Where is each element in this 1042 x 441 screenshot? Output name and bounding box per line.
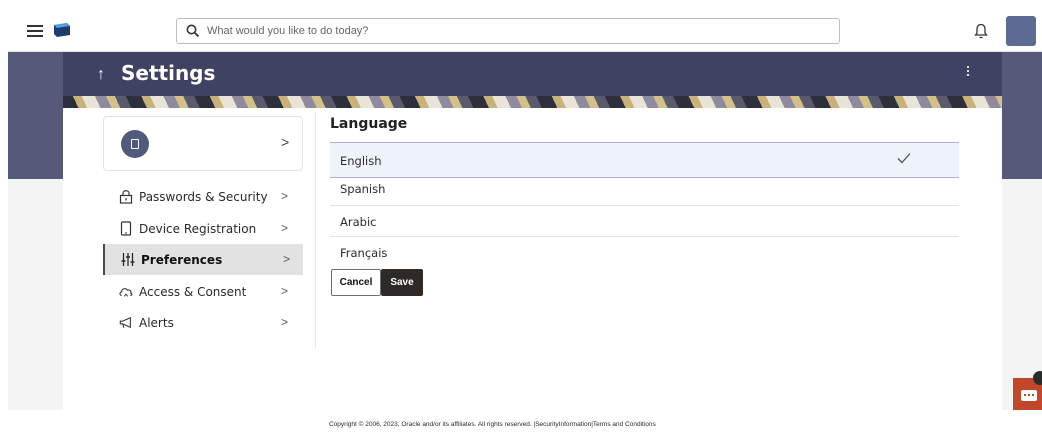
- top-bar: [8, 12, 1042, 52]
- banner-left-panel: [8, 52, 63, 179]
- sidebar-item-preferences[interactable]: Preferences >: [103, 244, 303, 275]
- sidebar-item-label: Access & Consent: [139, 285, 247, 299]
- chevron-right-icon: >: [281, 221, 289, 235]
- chat-notification-badge: [1033, 371, 1042, 385]
- language-option-francais[interactable]: Français: [330, 237, 959, 265]
- terms-and-conditions-link[interactable]: Terms and Conditions: [593, 421, 656, 428]
- page-title: Settings: [121, 61, 216, 85]
- decorative-pattern-strip: [63, 96, 1002, 108]
- mobile-device-icon: [120, 221, 132, 236]
- language-option-label: Français: [340, 246, 388, 260]
- banner-right-panel: [1002, 52, 1042, 179]
- back-arrow-icon[interactable]: ↑: [97, 66, 105, 84]
- chevron-right-icon: >: [281, 284, 289, 298]
- sidebar-item-label: Device Registration: [139, 222, 257, 236]
- chevron-right-icon: >: [281, 134, 290, 150]
- sidebar-divider: [315, 112, 316, 348]
- language-option-label: Arabic: [340, 215, 377, 229]
- notification-bell-icon[interactable]: [974, 23, 988, 39]
- cloud-access-icon: [119, 288, 133, 297]
- hamburger-menu-icon[interactable]: [27, 25, 43, 37]
- language-option-label: English: [340, 154, 382, 168]
- language-option-label: Spanish: [340, 182, 386, 196]
- sidebar-item-label: Passwords & Security: [139, 190, 268, 204]
- user-avatar[interactable]: [1006, 16, 1036, 46]
- search-input[interactable]: [207, 22, 807, 40]
- security-information-link[interactable]: SecurityInformation: [535, 421, 591, 428]
- profile-avatar-icon: [121, 130, 149, 158]
- sliders-icon: [121, 253, 135, 266]
- sidebar-item-access-consent[interactable]: Access & Consent >: [103, 276, 303, 307]
- chevron-right-icon: >: [281, 315, 289, 329]
- chevron-right-icon: >: [281, 189, 289, 203]
- checkmark-icon: [897, 153, 911, 164]
- language-option-english[interactable]: English: [330, 142, 959, 178]
- copyright-text: Copyright © 2006, 2023, Oracle and/or it…: [329, 421, 532, 428]
- language-section-title: Language: [330, 116, 408, 132]
- bank-logo-icon[interactable]: [53, 22, 71, 38]
- chevron-right-icon: >: [283, 252, 291, 266]
- profile-summary-card[interactable]: >: [103, 116, 303, 171]
- language-option-arabic[interactable]: Arabic: [330, 206, 959, 236]
- search-icon: [186, 24, 200, 38]
- sidebar-item-alerts[interactable]: Alerts >: [103, 307, 303, 338]
- page-footer: Copyright © 2006, 2023, Oracle and/or it…: [8, 410, 1042, 441]
- chat-bubble-icon: [1021, 390, 1037, 401]
- lock-icon: [119, 190, 133, 204]
- sidebar-item-label: Alerts: [139, 316, 174, 330]
- sidebar-item-passwords-security[interactable]: Passwords & Security >: [103, 181, 303, 212]
- language-option-spanish[interactable]: Spanish: [330, 178, 959, 206]
- megaphone-icon: [119, 316, 131, 329]
- save-button[interactable]: Save: [381, 269, 423, 296]
- page-top-margin: [0, 0, 1042, 12]
- sidebar-item-label: Preferences: [141, 253, 223, 267]
- sidebar-item-device-registration[interactable]: Device Registration >: [103, 213, 303, 244]
- more-options-icon[interactable]: [966, 66, 970, 78]
- search-bar[interactable]: [176, 18, 840, 44]
- footer-text: Copyright © 2006, 2023, Oracle and/or it…: [329, 421, 656, 428]
- page-left-margin: [0, 0, 8, 441]
- cancel-button[interactable]: Cancel: [331, 269, 381, 296]
